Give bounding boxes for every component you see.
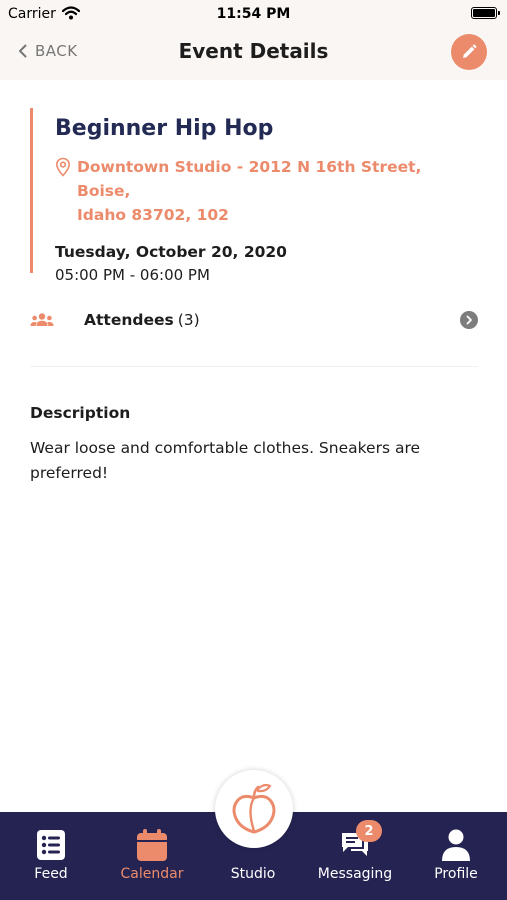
description-text: Wear loose and comfortable clothes. Snea…	[30, 439, 421, 482]
tab-feed-label: Feed	[34, 866, 68, 882]
page-title: Event Details	[178, 39, 329, 63]
nav-header: BACK Event Details	[0, 28, 507, 80]
studio-button[interactable]	[215, 770, 293, 848]
tab-messaging[interactable]: 2 Messaging	[310, 812, 400, 900]
tab-studio-label: Studio	[230, 866, 276, 882]
person-icon	[442, 828, 470, 862]
event-date: Tuesday, October 20, 2020	[55, 243, 287, 261]
pencil-icon	[463, 44, 477, 58]
tab-profile-label: Profile	[434, 866, 478, 882]
chevron-right-icon	[460, 311, 478, 329]
tab-messaging-label: Messaging	[317, 866, 393, 882]
chat-icon: 2	[340, 820, 382, 862]
feed-icon	[37, 828, 65, 862]
divider	[30, 366, 478, 367]
event-location[interactable]: Downtown Studio - 2012 N 16th Street, Bo…	[55, 155, 470, 227]
status-bar: Carrier 11:54 PM	[0, 0, 507, 28]
status-time: 11:54 PM	[216, 6, 291, 22]
calendar-icon	[137, 828, 167, 862]
tab-feed[interactable]: Feed	[20, 812, 82, 900]
location-line-2: Idaho 83702, 102	[77, 206, 229, 224]
battery-icon	[471, 7, 500, 19]
tab-profile[interactable]: Profile	[424, 812, 488, 900]
map-pin-icon	[55, 157, 71, 177]
attendees-label: Attendees	[84, 311, 174, 329]
tab-calendar-label: Calendar	[120, 866, 184, 882]
attendees-row[interactable]: Attendees (3)	[30, 300, 478, 340]
unread-badge: 2	[356, 820, 382, 842]
description-heading: Description	[30, 404, 131, 422]
edit-button[interactable]	[451, 34, 487, 70]
group-icon	[30, 312, 54, 328]
event-summary: Beginner Hip Hop Downtown Studio - 2012 …	[30, 108, 470, 284]
event-time: 05:00 PM - 06:00 PM	[55, 266, 210, 284]
tab-calendar[interactable]: Calendar	[112, 812, 192, 900]
peach-logo-icon	[232, 783, 276, 834]
event-title: Beginner Hip Hop	[55, 116, 274, 141]
attendees-count: (3)	[177, 311, 200, 329]
location-line-1: Downtown Studio - 2012 N 16th Street, Bo…	[77, 158, 422, 200]
